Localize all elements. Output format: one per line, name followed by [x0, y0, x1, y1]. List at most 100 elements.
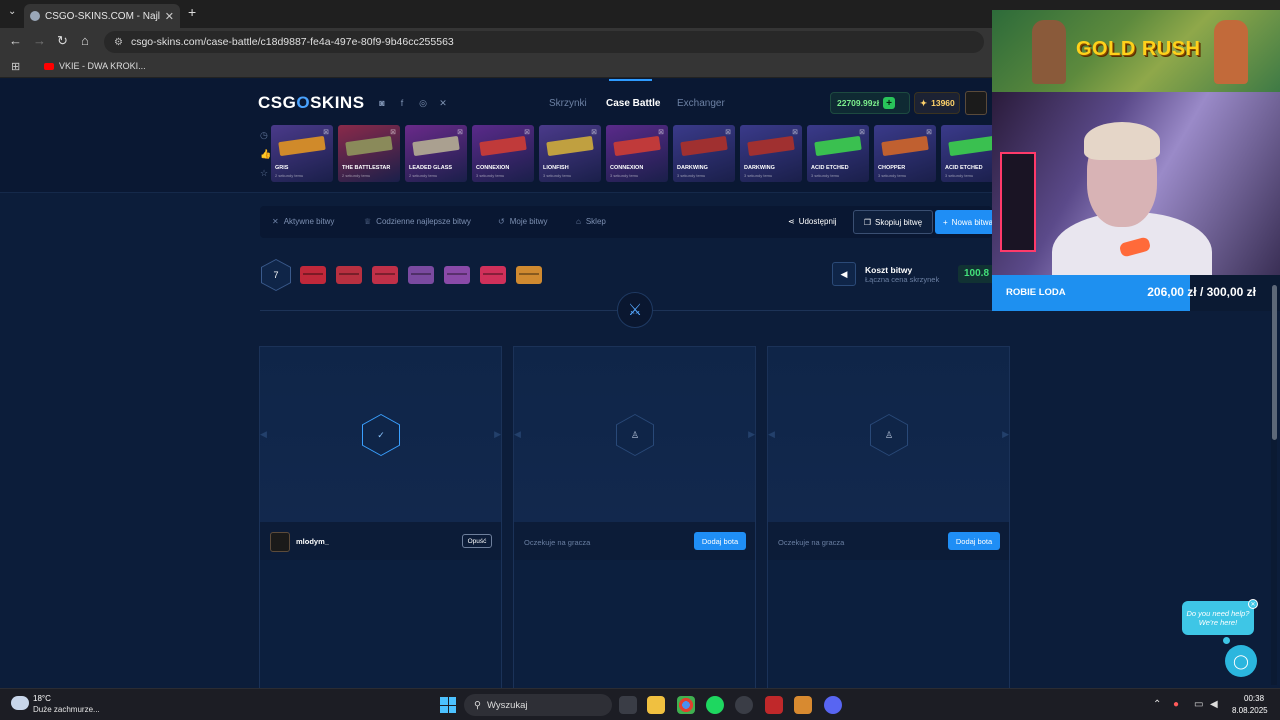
player-slot-1: ◀ ▶ ✓ mlodym_ Opuść [259, 346, 502, 688]
facebook-icon[interactable]: f [396, 97, 408, 109]
menu-my-battles[interactable]: ↺ Moje bitwy [498, 217, 548, 226]
chat-bubble-icon[interactable]: ◯ [1225, 645, 1257, 677]
empty-player-icon: ♙ [616, 414, 654, 456]
bookmark-item[interactable]: VKIE - DWA KROKI... [44, 61, 146, 71]
drop-name: DARKWING [677, 165, 708, 171]
discord-icon[interactable]: ◙ [376, 97, 388, 109]
game-title: GOLD RUSH [1076, 38, 1201, 60]
clock-date[interactable]: 8.08.2025 [1232, 706, 1268, 715]
add-bot-button[interactable]: Dodaj bota [694, 532, 746, 550]
drop-card[interactable]: ⊠ CONNEXION 3 sekundy temu [606, 125, 668, 182]
waiting-text: Oczekuje na gracza [778, 538, 845, 547]
chrome-icon[interactable] [677, 696, 695, 714]
drop-card[interactable]: ⊠ LEADED GLASS 2 sekundy temu [405, 125, 467, 182]
drop-card[interactable]: ⊠ GRIS 2 sekundy temu [271, 125, 333, 182]
x-twitter-icon[interactable]: ✕ [437, 97, 449, 109]
help-bubble[interactable]: Do you need help? We're here! [1182, 601, 1254, 635]
site-logo[interactable]: CSGOSKINS [258, 93, 365, 113]
share-button[interactable]: ⋖ Udostępnij [788, 217, 837, 226]
menu-active-battles[interactable]: ✕ Aktywne bitwy [272, 217, 334, 226]
back-icon[interactable]: ← [9, 33, 22, 48]
add-bot-button[interactable]: Dodaj bota [948, 532, 1000, 550]
tab-search-chevron-icon[interactable]: ⌄ [8, 6, 16, 17]
case-icon[interactable] [444, 266, 470, 284]
user-avatar[interactable] [965, 91, 987, 115]
drop-badge-icon: ⊠ [658, 129, 664, 136]
home-icon[interactable]: ⌂ [81, 33, 89, 48]
drop-card[interactable]: ⊠ DARKWING 3 sekundy temu [673, 125, 735, 182]
apps-grid-icon[interactable]: ⊞ [11, 60, 20, 73]
spotify-icon[interactable] [706, 696, 724, 714]
weapon-icon [680, 135, 728, 157]
case-icon[interactable] [372, 266, 398, 284]
goal-label: ROBIE LODA [1006, 287, 1066, 298]
wallet-balance[interactable]: 22709.99zł + [830, 92, 910, 114]
case-icon[interactable] [516, 266, 542, 284]
coin-icon: ✦ [920, 97, 928, 108]
coins-balance[interactable]: ✦ 13960 [914, 92, 960, 114]
history-icon: ↺ [498, 217, 505, 226]
site-info-icon[interactable]: ⚙ [114, 37, 123, 48]
weapon-icon [948, 135, 996, 157]
case-icon[interactable] [336, 266, 362, 284]
volume-icon[interactable]: ◀ [1210, 699, 1218, 710]
microphone-icon[interactable]: ● [1173, 699, 1179, 710]
help-close-icon[interactable]: ✕ [1248, 599, 1258, 609]
drop-name: ACID ETCHED [811, 165, 849, 171]
app-red-icon[interactable] [765, 696, 783, 714]
battle-cost-title: Koszt bitwy [865, 265, 913, 275]
star-icon[interactable]: ☆ [260, 168, 268, 179]
file-explorer-icon[interactable] [647, 696, 665, 714]
drop-card[interactable]: ⊠ ACID ETCHED 3 sekundy temu [807, 125, 869, 182]
history-clock-icon[interactable]: ◷ [260, 130, 268, 141]
case-icon[interactable] [300, 266, 326, 284]
obs-icon[interactable] [735, 696, 753, 714]
drop-badge-icon: ⊠ [859, 129, 865, 136]
nav-cases[interactable]: Skrzynki [549, 98, 587, 109]
slot-1-footer: mlodym_ Opuść [260, 522, 501, 560]
tab-close-icon[interactable]: ✕ [165, 10, 174, 23]
case-icon[interactable] [480, 266, 506, 284]
network-icon[interactable]: ▭ [1194, 699, 1203, 710]
drop-name: CHOPPER [878, 165, 906, 171]
scrollbar-thumb[interactable] [1272, 285, 1277, 440]
windows-start-icon[interactable] [440, 697, 456, 713]
drop-card[interactable]: ⊠ LIONFISH 3 sekundy temu [539, 125, 601, 182]
tray-chevron-icon[interactable]: ⌃ [1153, 699, 1161, 710]
clock-time[interactable]: 00:38 [1244, 694, 1264, 703]
copy-battle-button[interactable]: ❐ Skopiuj bitwę [853, 210, 933, 234]
taskbar-search[interactable]: ⚲ Wyszukaj [464, 694, 612, 716]
drop-card[interactable]: ⊠ DARKWING 3 sekundy temu [740, 125, 802, 182]
leave-button[interactable]: Opuść [462, 534, 492, 548]
nav-case-battle[interactable]: Case Battle [606, 98, 660, 109]
new-battle-button[interactable]: + Nowa bitwa [935, 210, 995, 234]
deposit-plus-icon[interactable]: + [883, 97, 896, 109]
browser-tab[interactable]: CSGO-SKINS.COM - Najlepsze ✕ [24, 4, 180, 28]
reload-icon[interactable]: ↻ [57, 33, 68, 49]
url-field[interactable]: ⚙ csgo-skins.com/case-battle/c18d9887-fe… [104, 31, 984, 53]
forward-icon[interactable]: → [33, 33, 46, 48]
menu-shop[interactable]: ⌂ Sklep [576, 217, 606, 226]
case-icon[interactable] [408, 266, 434, 284]
help-line-2: We're here! [1198, 618, 1238, 627]
drop-card[interactable]: ⊠ CHOPPER 3 sekundy temu [874, 125, 936, 182]
new-tab-button[interactable]: + [188, 4, 196, 20]
sound-toggle-button[interactable]: ◀ [832, 262, 856, 286]
weapon-icon [479, 135, 527, 157]
drop-card[interactable]: ⊠ CONNEXION 3 sekundy temu [472, 125, 534, 182]
cloud-weather-icon[interactable] [11, 696, 29, 710]
task-view-icon[interactable] [619, 696, 637, 714]
rounds-badge: 7 [261, 259, 291, 291]
drop-card[interactable]: ⊠ THE BATTLESTAR 2 sekundy temu [338, 125, 400, 182]
discord-app-icon[interactable] [824, 696, 842, 714]
streamer-webcam [992, 92, 1280, 275]
menu-daily-best[interactable]: ♕ Codzienne najlepsze bitwy [364, 217, 471, 226]
app-orange-icon[interactable] [794, 696, 812, 714]
thumbs-up-icon[interactable]: 👍 [260, 149, 271, 160]
instagram-icon[interactable]: ◎ [417, 97, 429, 109]
drop-name: DARKWING [744, 165, 775, 171]
player-name: mlodym_ [296, 537, 329, 546]
drop-badge-icon: ⊠ [926, 129, 932, 136]
menu-mine-label: Moje bitwy [509, 217, 548, 226]
nav-exchanger[interactable]: Exchanger [677, 98, 725, 109]
